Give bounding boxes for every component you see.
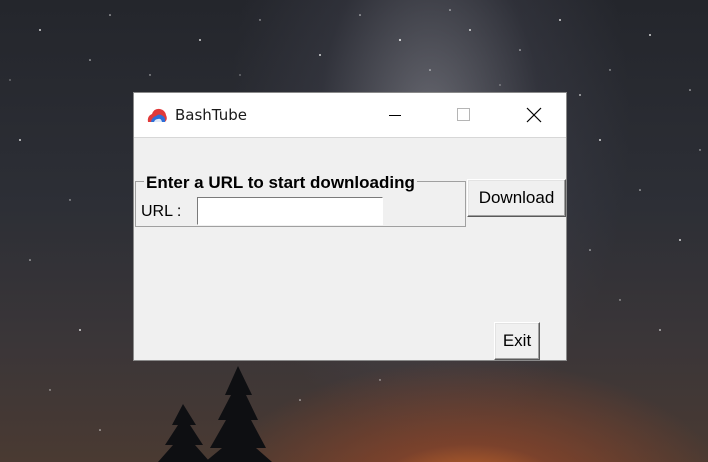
minimize-icon (389, 115, 401, 116)
close-icon (526, 107, 542, 123)
url-input[interactable] (197, 197, 383, 225)
minimize-button[interactable] (372, 93, 418, 137)
title-bar[interactable]: BashTube (134, 93, 566, 138)
desktop: BashTube Enter a URL to start downloadin… (0, 0, 708, 462)
groupbox-title: Enter a URL to start downloading (144, 173, 417, 193)
maximize-icon (457, 108, 470, 121)
url-label: URL : (141, 203, 182, 220)
bashtube-window: BashTube Enter a URL to start downloadin… (133, 92, 567, 361)
bashtube-logo-icon (147, 108, 167, 122)
window-title: BashTube (175, 106, 247, 124)
close-button[interactable] (510, 93, 556, 137)
download-button[interactable]: Download (467, 179, 566, 217)
exit-button[interactable]: Exit (494, 322, 540, 360)
maximize-button[interactable] (440, 93, 486, 137)
